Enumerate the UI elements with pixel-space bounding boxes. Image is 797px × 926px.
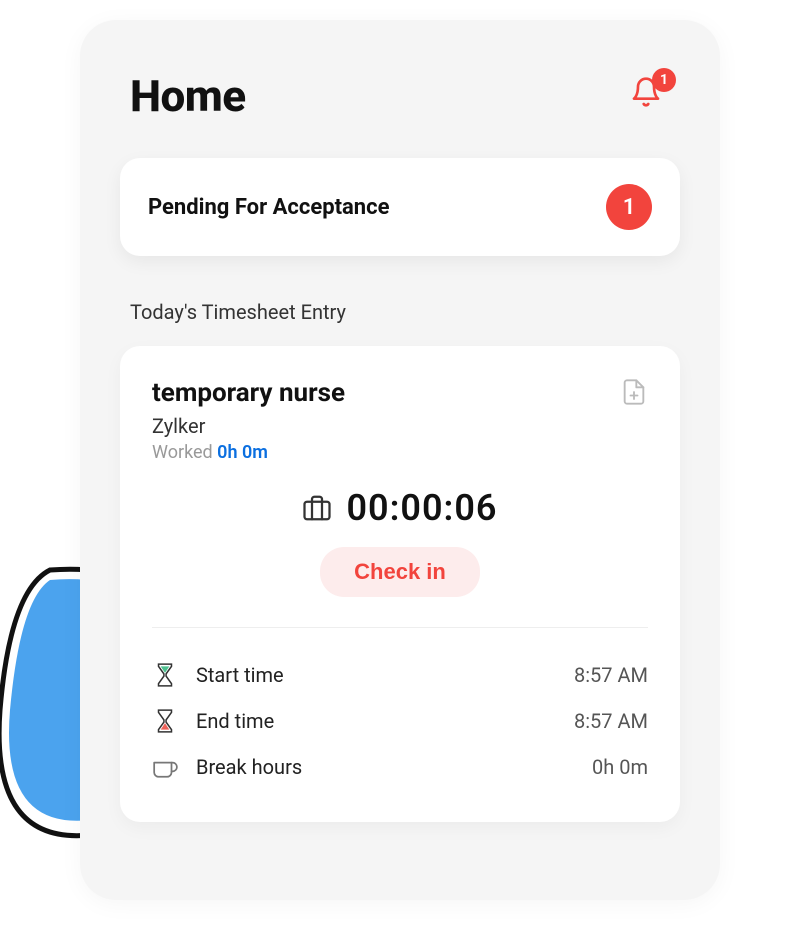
start-time-label: Start time — [196, 663, 574, 687]
pending-acceptance-card[interactable]: Pending For Acceptance 1 — [120, 158, 680, 256]
timesheet-card: temporary nurse Zylker Worked 0h 0m 00:0… — [120, 346, 680, 822]
break-hours-label: Break hours — [196, 755, 592, 779]
worked-value: 0h 0m — [217, 442, 268, 463]
company-name: Zylker — [152, 414, 648, 438]
page-title: Home — [130, 70, 246, 122]
add-document-icon[interactable] — [620, 378, 648, 406]
break-hours-row: Break hours 0h 0m — [152, 744, 648, 790]
divider — [152, 627, 648, 628]
checkin-button[interactable]: Check in — [320, 547, 480, 597]
job-title: temporary nurse — [152, 378, 345, 408]
timer-value: 00:00:06 — [346, 487, 497, 529]
notifications-button[interactable]: 1 — [630, 76, 670, 116]
break-hours-value: 0h 0m — [592, 755, 648, 779]
end-time-label: End time — [196, 709, 574, 733]
briefcase-icon — [302, 493, 332, 523]
coffee-icon — [152, 754, 178, 780]
home-screen: Home 1 Pending For Acceptance 1 Today's … — [80, 20, 720, 900]
start-time-row: Start time 8:57 AM — [152, 652, 648, 698]
notification-badge: 1 — [652, 68, 676, 92]
pending-title: Pending For Acceptance — [148, 195, 389, 220]
header-row: Home 1 — [120, 70, 680, 122]
start-time-value: 8:57 AM — [574, 663, 648, 687]
job-header: temporary nurse — [152, 378, 648, 408]
worked-label: Worked — [152, 442, 217, 463]
timesheet-section-label: Today's Timesheet Entry — [120, 300, 680, 324]
worked-duration: Worked 0h 0m — [152, 442, 648, 463]
hourglass-start-icon — [152, 662, 178, 688]
end-time-row: End time 8:57 AM — [152, 698, 648, 744]
end-time-value: 8:57 AM — [574, 709, 648, 733]
hourglass-end-icon — [152, 708, 178, 734]
timer-row: 00:00:06 — [152, 487, 648, 529]
pending-count-badge: 1 — [606, 184, 652, 230]
